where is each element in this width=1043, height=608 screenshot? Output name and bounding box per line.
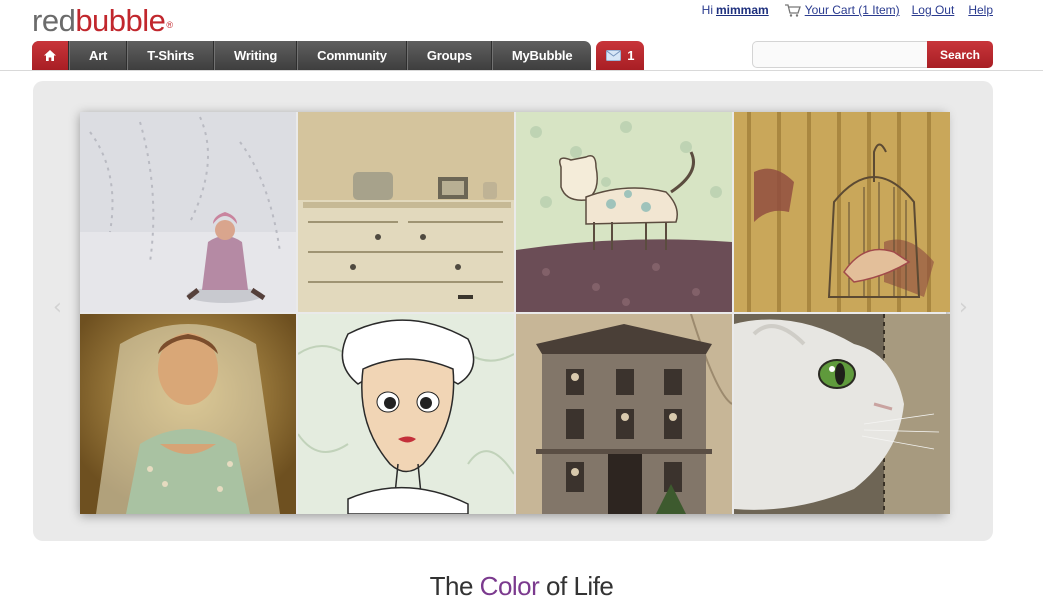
white-cat-image — [734, 314, 950, 514]
gallery-prev-arrow[interactable]: ‹ — [53, 296, 67, 320]
gallery-tile-white-cat[interactable] — [734, 314, 950, 514]
search-form: Search — [752, 41, 993, 68]
birdcage-wallpaper-image — [734, 112, 950, 312]
bride-portrait-image — [80, 314, 296, 514]
message-count: 1 — [627, 48, 635, 63]
gallery-grid — [80, 112, 950, 514]
gallery-tile-cat-illustration[interactable] — [516, 112, 732, 312]
nav-home[interactable] — [32, 41, 69, 70]
nav-mybubble[interactable]: MyBubble — [491, 41, 592, 70]
nav-groups[interactable]: Groups — [406, 41, 492, 70]
featured-gallery: ‹ › — [33, 81, 993, 541]
logo-text-bubble: bubble — [75, 3, 166, 38]
page-tagline: The Color of Life — [0, 571, 1043, 602]
gallery-tile-bride-portrait[interactable] — [80, 314, 296, 514]
logo-text-red: red — [32, 3, 76, 38]
logout-link[interactable]: Log Out — [912, 3, 955, 17]
nav-bar: Art T-Shirts Writing Community Groups My… — [32, 41, 592, 70]
nav-writing[interactable]: Writing — [213, 41, 298, 70]
nav-tshirts[interactable]: T-Shirts — [127, 41, 214, 70]
search-input[interactable] — [752, 41, 927, 68]
tagline-before: The — [429, 571, 474, 601]
home-icon — [44, 50, 56, 61]
gallery-tile-birdcage-wallpaper[interactable] — [734, 112, 950, 312]
gallery-tile-girl-in-snow[interactable] — [80, 112, 296, 312]
help-link[interactable]: Help — [968, 3, 993, 17]
gallery-next-arrow[interactable]: › — [959, 296, 973, 320]
messages-button[interactable]: 1 — [596, 41, 645, 70]
username-link[interactable]: mimmam — [716, 3, 769, 17]
nav-art[interactable]: Art — [69, 41, 128, 70]
victorian-house-image — [516, 314, 732, 514]
tagline-accent: Color — [479, 571, 540, 601]
gallery-tile-victorian-house[interactable] — [516, 314, 732, 514]
cart-link[interactable]: Your Cart (1 Item) — [805, 3, 900, 17]
vintage-dresser-image — [298, 112, 514, 312]
envelope-icon — [606, 50, 622, 61]
gallery-tile-girl-illustration[interactable] — [298, 314, 514, 514]
girl-illustration-image — [298, 314, 514, 514]
user-bar: Hi mimmam Your Cart (1 Item) Log Out Hel… — [702, 3, 993, 17]
redbubble-logo[interactable]: redbubble® — [32, 4, 173, 38]
search-button[interactable]: Search — [927, 41, 993, 68]
greeting-text: Hi — [701, 3, 713, 17]
header-divider — [0, 70, 1043, 71]
girl-in-snow-image — [80, 112, 296, 312]
cart-icon — [784, 3, 801, 17]
tagline-after: of Life — [546, 571, 614, 601]
cat-illustration-image — [516, 112, 732, 312]
nav-community[interactable]: Community — [297, 41, 407, 70]
main-nav: Art T-Shirts Writing Community Groups My… — [32, 41, 645, 70]
gallery-tile-vintage-dresser[interactable] — [298, 112, 514, 312]
logo-registered-mark: ® — [166, 20, 173, 30]
